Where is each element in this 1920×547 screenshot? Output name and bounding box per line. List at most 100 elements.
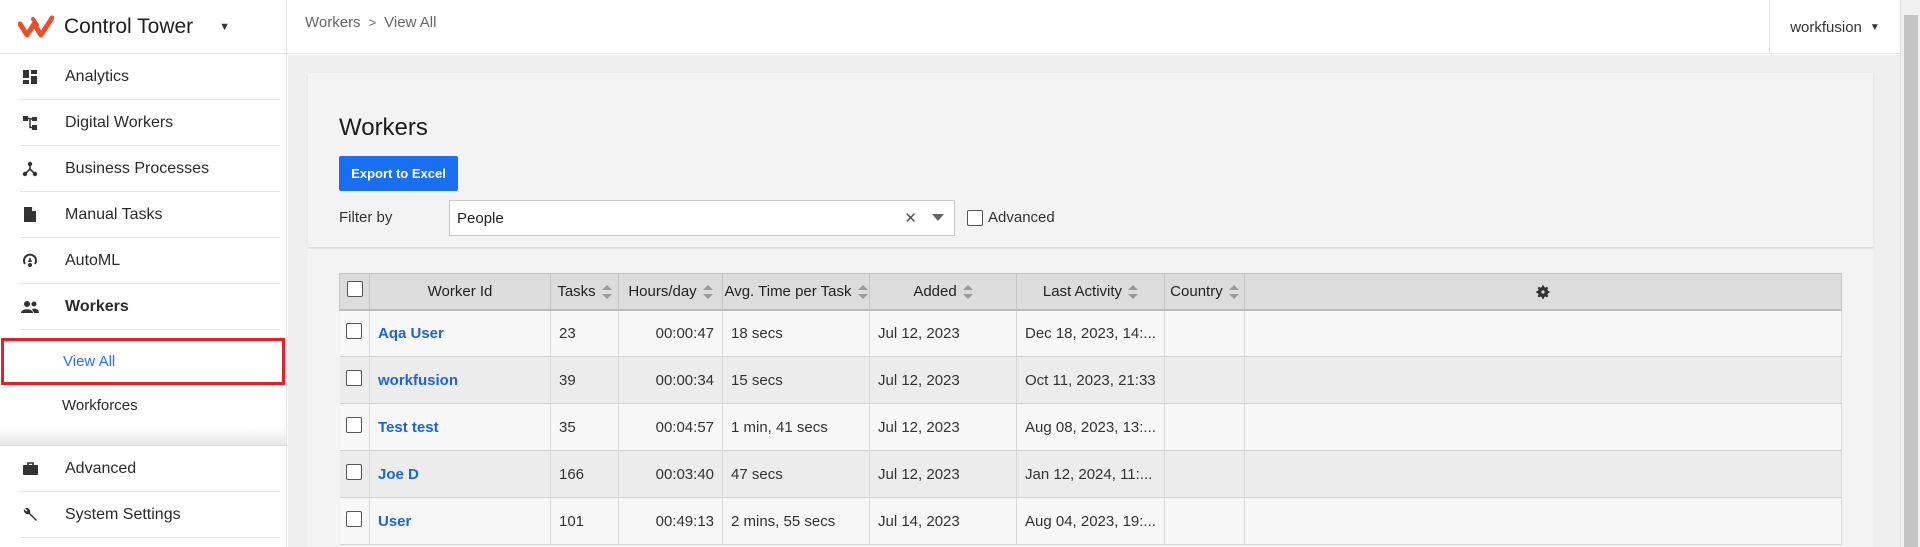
cell-avg-time: 18 secs	[722, 309, 870, 357]
sidebar-subitem-view-all[interactable]: View All	[1, 338, 285, 385]
worker-link[interactable]: Test test	[378, 419, 439, 436]
cell-tasks: 166	[550, 450, 619, 498]
row-checkbox-cell[interactable]	[339, 497, 370, 545]
cell-text: 00:00:34	[655, 371, 714, 389]
worker-link[interactable]: Joe D	[378, 466, 419, 483]
cell-avg-time: 1 min, 41 secs	[722, 403, 870, 451]
select-all-checkbox[interactable]	[346, 281, 363, 298]
sidebar-item-digital-workers[interactable]: Digital Workers	[20, 100, 280, 146]
row-checkbox[interactable]	[346, 511, 363, 527]
column-header-last-activity[interactable]: Last Activity	[1016, 273, 1165, 311]
export-to-excel-button[interactable]: Export to Excel	[339, 156, 458, 191]
cell-text: 35	[559, 418, 576, 436]
workers-header-panel: Workers Export to Excel Filter by People…	[308, 73, 1873, 248]
sort-icon[interactable]	[1128, 284, 1139, 299]
cell-text: 00:03:40	[655, 465, 714, 483]
dropdown-caret-icon[interactable]	[932, 214, 944, 221]
cell-text: Jan 12, 2024, 11:...	[1025, 465, 1153, 483]
row-checkbox-cell[interactable]	[339, 403, 370, 451]
scrollbar-thumb[interactable]	[1904, 15, 1918, 547]
row-checkbox[interactable]	[346, 464, 363, 480]
sort-icon[interactable]	[857, 284, 868, 299]
worker-link[interactable]: User	[378, 513, 411, 530]
column-header-added[interactable]: Added	[869, 273, 1017, 311]
sidebar-item-manual-tasks[interactable]: Manual Tasks	[20, 192, 280, 238]
gear-icon[interactable]	[1535, 284, 1551, 300]
select-all-header[interactable]	[339, 273, 370, 311]
cell-worker-id: Test test	[369, 403, 551, 451]
table-row[interactable]: User 101 00:49:13 2 mins, 55 secs Jul 14, 20…	[339, 497, 1843, 545]
cell-text: Dec 18, 2023, 14:...	[1025, 324, 1156, 342]
automl-icon	[20, 251, 40, 271]
row-checkbox[interactable]	[346, 417, 363, 433]
row-checkbox-cell[interactable]	[339, 309, 370, 357]
sidebar-item-label: Business Processes	[65, 159, 210, 177]
sidebar-item-automl[interactable]: AutoML	[20, 238, 280, 284]
cell-text: 23	[559, 324, 576, 342]
filter-label: Filter by	[339, 209, 393, 226]
column-header-tasks[interactable]: Tasks	[550, 273, 619, 311]
cell-text: Jul 12, 2023	[878, 371, 960, 389]
cell-last-activity: Aug 04, 2023, 19:...	[1016, 497, 1165, 545]
app-brand[interactable]: Control Tower ▼	[0, 0, 286, 54]
cell-tasks: 23	[550, 309, 619, 357]
cell-avg-time: 15 secs	[722, 356, 870, 404]
cell-text: 101	[559, 512, 585, 530]
filter-value: People	[457, 209, 504, 227]
cell-text: 39	[559, 371, 576, 389]
table-row[interactable]: Joe D 166 00:03:40 47 secs Jul 12, 2023 Jan 1…	[339, 450, 1843, 498]
column-header-avg-time[interactable]: Avg. Time per Task	[722, 273, 870, 311]
sidebar-item-advanced[interactable]: Advanced	[20, 446, 280, 492]
cell-avg-time: 47 secs	[722, 450, 870, 498]
row-checkbox[interactable]	[346, 323, 363, 340]
sidebar-subitem-workforces[interactable]: Workforces	[0, 385, 286, 426]
advanced-checkbox[interactable]: Advanced	[967, 209, 1055, 226]
vertical-scrollbar[interactable]	[1900, 0, 1920, 547]
breadcrumb-view-all: View All	[384, 14, 437, 31]
worker-link[interactable]: workfusion	[378, 372, 458, 389]
row-checkbox-cell[interactable]	[339, 450, 370, 498]
page-title: Workers	[339, 114, 428, 141]
column-header-country[interactable]: Country	[1163, 273, 1245, 311]
cell-text: Jul 12, 2023	[878, 465, 960, 483]
top-bar: Workers > View All workfusion ▼	[288, 0, 1900, 54]
worker-link[interactable]: Aqa User	[378, 325, 444, 342]
user-name: workfusion	[1790, 18, 1862, 36]
sort-icon[interactable]	[601, 284, 612, 299]
checkbox-icon[interactable]	[967, 209, 983, 226]
table-row[interactable]: Aqa User 23 00:00:47 18 secs Jul 12, 2023 Dec…	[339, 309, 1843, 357]
cell-last-activity: Dec 18, 2023, 14:...	[1016, 309, 1165, 357]
table-row[interactable]: workfusion 39 00:00:34 15 secs Jul 12, 2023 O…	[339, 356, 1843, 404]
caret-down-icon[interactable]: ▼	[219, 21, 230, 33]
sort-icon[interactable]	[1228, 284, 1239, 299]
table-body: Aqa User 23 00:00:47 18 secs Jul 12, 2023 Dec…	[339, 309, 1843, 545]
sidebar-item-label: AutoML	[65, 251, 121, 269]
cell-hours-day: 00:49:13	[618, 497, 723, 545]
sidebar-item-business-processes[interactable]: Business Processes	[20, 146, 280, 192]
column-settings-header[interactable]	[1243, 273, 1843, 311]
cell-empty	[1244, 450, 1843, 498]
sidebar-item-label: Analytics	[65, 67, 130, 85]
sidebar-item-analytics[interactable]: Analytics	[20, 54, 280, 100]
row-checkbox[interactable]	[346, 370, 363, 386]
workfusion-logo-icon	[18, 15, 54, 37]
column-header-worker-id[interactable]: Worker Id	[369, 273, 551, 311]
sort-icon[interactable]	[702, 284, 713, 299]
cell-text: 1 min, 41 secs	[731, 418, 828, 436]
sidebar-item-system-settings[interactable]: System Settings	[20, 492, 280, 538]
breadcrumb-workers[interactable]: Workers	[305, 14, 361, 31]
column-header-hours-day[interactable]: Hours/day	[618, 273, 723, 311]
clear-icon[interactable]: ✕	[904, 209, 917, 227]
chevron-right-icon: >	[368, 15, 377, 30]
row-checkbox-cell[interactable]	[339, 356, 370, 404]
cell-empty	[1244, 403, 1843, 451]
filter-select[interactable]: People ✕	[449, 200, 955, 236]
sidebar-item-label: Advanced	[65, 459, 137, 477]
cell-last-activity: Oct 11, 2023, 21:33	[1016, 356, 1165, 404]
table-row[interactable]: Test test 35 00:04:57 1 min, 41 secs Jul 12,…	[339, 403, 1843, 451]
cell-worker-id: Aqa User	[369, 309, 551, 357]
sidebar-item-workers[interactable]: Workers	[20, 284, 280, 330]
user-menu[interactable]: workfusion ▼	[1769, 0, 1900, 54]
sort-icon[interactable]	[962, 284, 973, 299]
cell-text: 2 mins, 55 secs	[731, 512, 836, 530]
